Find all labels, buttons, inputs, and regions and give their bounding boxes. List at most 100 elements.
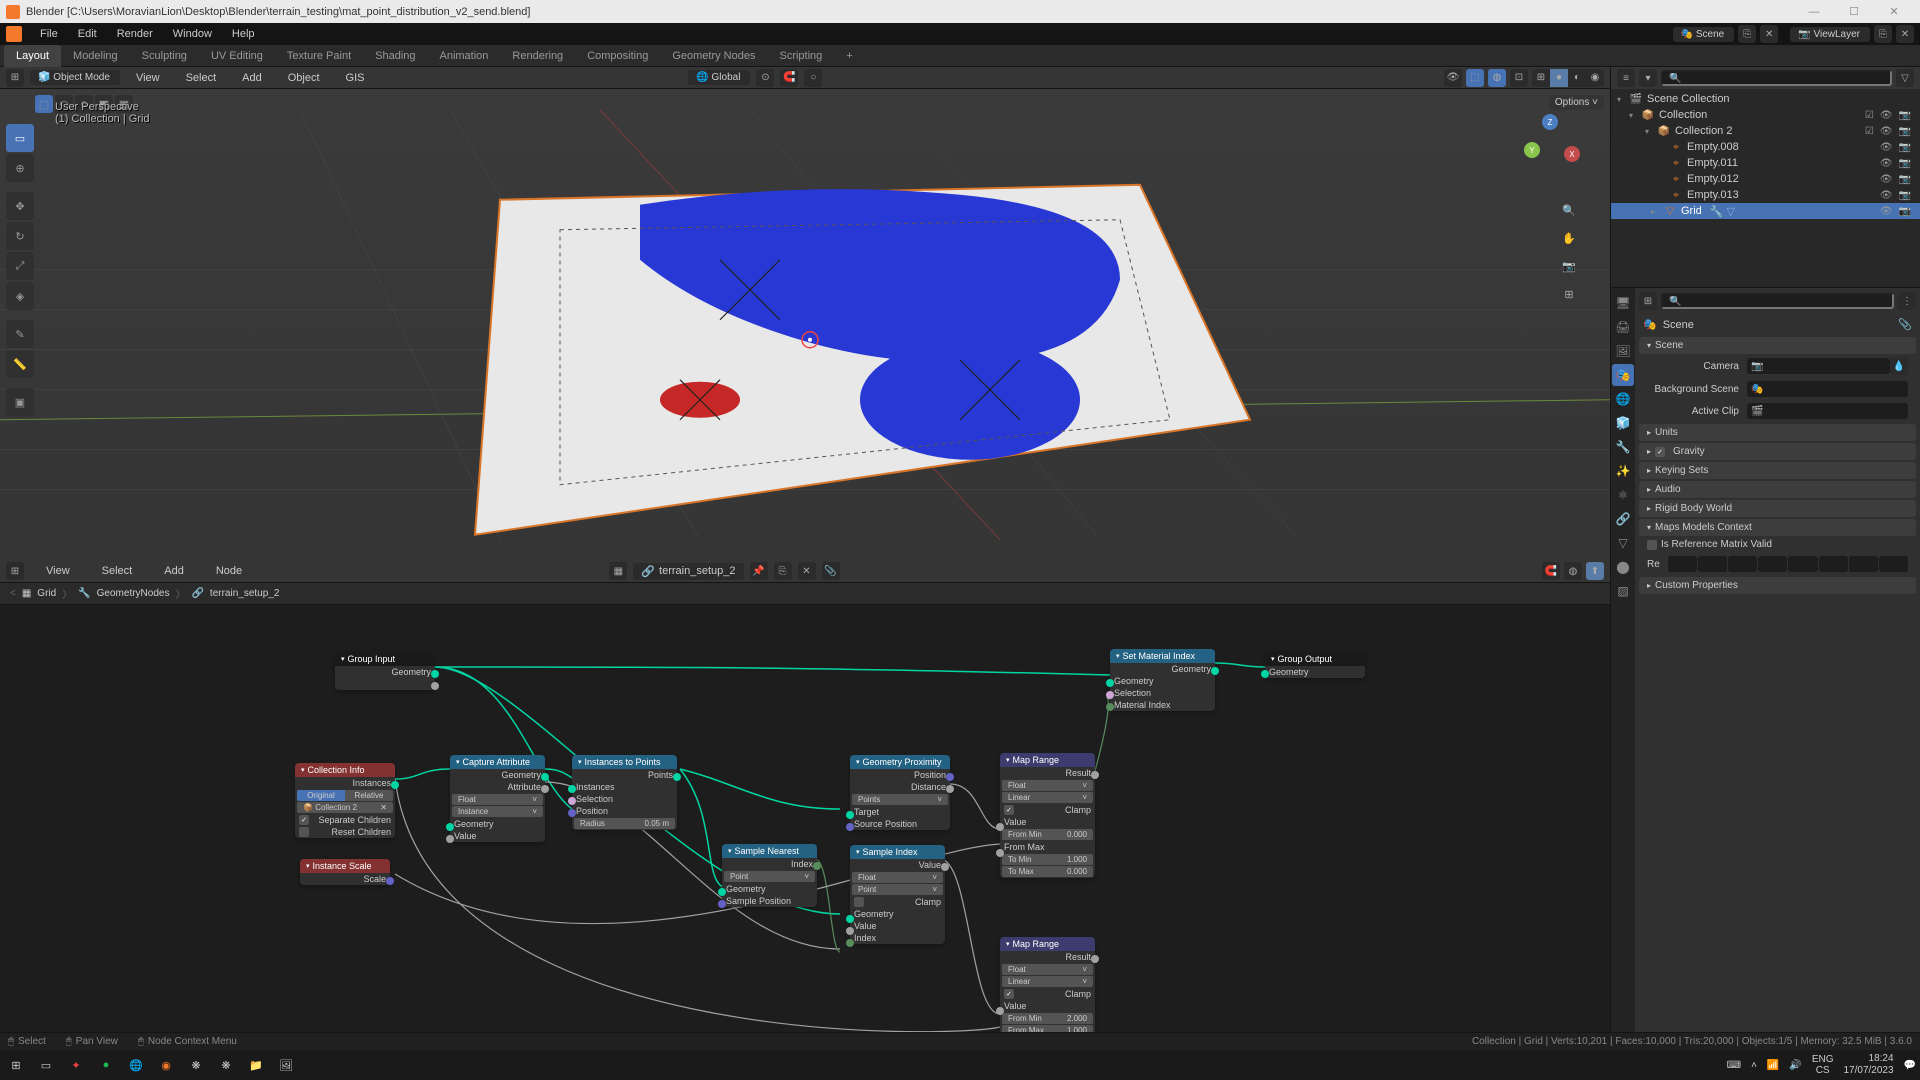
node-menu-select[interactable]: Select [92, 565, 143, 577]
panel-rigid-body[interactable]: Rigid Body World [1639, 500, 1916, 517]
prop-tab-particles[interactable]: ✨ [1612, 460, 1634, 482]
node-sample-nearest[interactable]: Sample Nearest Index Point˅ Geometry Sam… [722, 844, 817, 907]
tool-measure[interactable]: 📏 [6, 350, 34, 378]
camera-view-icon[interactable]: 📷 [1558, 255, 1580, 277]
menu-window[interactable]: Window [163, 28, 222, 40]
tab-sculpting[interactable]: Sculpting [130, 45, 199, 67]
panel-scene[interactable]: Scene [1639, 337, 1916, 354]
scene-delete-icon[interactable]: ✕ [1760, 25, 1778, 43]
node-map-range-2[interactable]: Map Range Result Float˅ Linear˅ Clamp Va… [1000, 937, 1095, 1033]
tab-add[interactable]: + [834, 45, 864, 67]
menu-render[interactable]: Render [107, 28, 163, 40]
outliner-search[interactable] [1661, 70, 1892, 86]
node-menu-view[interactable]: View [36, 565, 80, 577]
taskbar-app-4[interactable]: 🖼 [274, 1053, 298, 1077]
node-snap-icon[interactable]: 🧲 [1542, 562, 1560, 580]
tree-collection[interactable]: ▾📦Collection ☑👁📷 [1611, 107, 1920, 123]
axis-z-icon[interactable]: Z [1542, 114, 1558, 130]
editor-type-icon[interactable]: ⊞ [6, 69, 24, 87]
node-map-range-1[interactable]: Map Range Result Float˅ Linear˅ Clamp Va… [1000, 753, 1095, 878]
maximize-button[interactable]: ☐ [1834, 0, 1874, 23]
tray-wifi-icon[interactable]: 📶 [1767, 1060, 1779, 1071]
tab-animation[interactable]: Animation [428, 45, 501, 67]
viewport-menu-object[interactable]: Object [278, 72, 330, 84]
xray-icon[interactable]: ⊡ [1510, 69, 1528, 87]
node-instances-to-points[interactable]: Instances to Points Points Instances Sel… [572, 755, 677, 830]
minimize-button[interactable]: — [1794, 0, 1834, 23]
tree-empty-013[interactable]: ⌖Empty.013 👁📷 [1611, 187, 1920, 203]
node-sample-index[interactable]: Sample Index Value Float˅ Point˅ Clamp G… [850, 845, 945, 944]
app-icon[interactable] [6, 26, 22, 42]
tool-scale[interactable]: ⤢ [6, 252, 34, 280]
tree-empty-012[interactable]: ⌖Empty.012 👁📷 [1611, 171, 1920, 187]
prop-tab-object[interactable]: 🧊 [1612, 412, 1634, 434]
panel-maps-models[interactable]: Maps Models Context [1639, 519, 1916, 536]
tool-select[interactable]: ▭ [6, 124, 34, 152]
prop-tab-texture[interactable]: ▨ [1612, 580, 1634, 602]
prop-tab-physics[interactable]: ⚛ [1612, 484, 1634, 506]
node-unlink-icon[interactable]: ✕ [798, 562, 816, 580]
tab-texture-paint[interactable]: Texture Paint [275, 45, 363, 67]
breadcrumb-grid[interactable]: Grid [37, 588, 56, 599]
node-menu-add[interactable]: Add [154, 565, 194, 577]
prop-tab-output[interactable]: 🖨 [1612, 316, 1634, 338]
close-button[interactable]: ✕ [1874, 0, 1914, 23]
panel-keying-sets[interactable]: Keying Sets [1639, 462, 1916, 479]
viewlayer-selector[interactable]: 📷 ViewLayer [1790, 27, 1870, 42]
active-clip-field[interactable]: 🎬 [1747, 403, 1908, 419]
start-button[interactable]: ⊞ [4, 1053, 28, 1077]
tool-annotate[interactable]: ✎ [6, 320, 34, 348]
node-menu-node[interactable]: Node [206, 565, 252, 577]
prop-tab-constraints[interactable]: 🔗 [1612, 508, 1634, 530]
overlays-icon[interactable]: ◍ [1488, 69, 1506, 87]
panel-audio[interactable]: Audio [1639, 481, 1916, 498]
taskbar-app-1[interactable]: ✦ [64, 1053, 88, 1077]
node-group-input[interactable]: Group Input Geometry [335, 652, 435, 690]
taskbar-app-2[interactable]: ❋ [184, 1053, 208, 1077]
outliner-type-icon[interactable]: ≡ [1617, 69, 1635, 87]
tree-empty-011[interactable]: ⌖Empty.011 👁📷 [1611, 155, 1920, 171]
prop-tab-render[interactable]: 🖥 [1612, 292, 1634, 314]
visibility-icon[interactable]: 👁 [1444, 69, 1462, 87]
zoom-icon[interactable]: 🔍 [1558, 199, 1580, 221]
breadcrumb-nodegroup[interactable]: terrain_setup_2 [210, 588, 280, 599]
tool-transform[interactable]: ◈ [6, 282, 34, 310]
tree-scene-collection[interactable]: ▾🎬Scene Collection [1611, 91, 1920, 107]
node-overlay-icon[interactable]: ◍ [1564, 562, 1582, 580]
nav-gizmo[interactable]: Z X Y [1520, 114, 1590, 184]
material-shading-icon[interactable]: ◐ [1568, 69, 1586, 87]
tool-add[interactable]: ▣ [6, 388, 34, 416]
tab-rendering[interactable]: Rendering [500, 45, 575, 67]
perspective-icon[interactable]: ⊞ [1558, 283, 1580, 305]
viewport-3d[interactable]: ⬚ ◠ ○ ◩ ▦ User Perspective (1) Collectio… [0, 89, 1610, 561]
node-fake-user-icon[interactable]: 📎 [822, 562, 840, 580]
camera-field[interactable]: 📷 [1747, 358, 1890, 374]
taskbar-app-3[interactable]: ❋ [214, 1053, 238, 1077]
prop-tab-material[interactable]: ⬤ [1612, 556, 1634, 578]
node-group-output[interactable]: Group Output Geometry [1265, 652, 1365, 678]
tree-empty-008[interactable]: ⌖Empty.008 👁📷 [1611, 139, 1920, 155]
panel-custom-properties[interactable]: Custom Properties [1639, 577, 1916, 594]
menu-help[interactable]: Help [222, 28, 265, 40]
tool-rotate[interactable]: ↻ [6, 222, 34, 250]
tab-compositing[interactable]: Compositing [575, 45, 660, 67]
select-box-icon[interactable]: ⬚ [35, 95, 53, 113]
pivot-icon[interactable]: ⊙ [756, 69, 774, 87]
panel-gravity[interactable]: Gravity [1639, 443, 1916, 460]
axis-y-icon[interactable]: Y [1524, 142, 1540, 158]
tray-clock[interactable]: 18:24 17/07/2023 [1843, 1053, 1893, 1077]
proportional-icon[interactable]: ○ [804, 69, 822, 87]
node-geometry-proximity[interactable]: Geometry Proximity Position Distance Poi… [850, 755, 950, 830]
tree-collection-2[interactable]: ▾📦Collection 2 ☑👁📷 [1611, 123, 1920, 139]
task-view-button[interactable]: ▭ [34, 1053, 58, 1077]
tree-grid[interactable]: ▸▽Grid 🔧 ▽ 👁📷 [1611, 203, 1920, 219]
node-collection-info[interactable]: Collection Info Instances Original Relat… [295, 763, 395, 838]
tray-lang-1[interactable]: ENG [1812, 1054, 1834, 1065]
prop-tab-modifiers[interactable]: 🔧 [1612, 436, 1634, 458]
scene-selector[interactable]: 🎭 Scene [1673, 27, 1735, 42]
viewport-menu-gis[interactable]: GIS [336, 72, 375, 84]
tab-layout[interactable]: Layout [4, 45, 61, 67]
taskbar-explorer[interactable]: 📁 [244, 1053, 268, 1077]
tool-move[interactable]: ✥ [6, 192, 34, 220]
wireframe-shading-icon[interactable]: ⊞ [1532, 69, 1550, 87]
